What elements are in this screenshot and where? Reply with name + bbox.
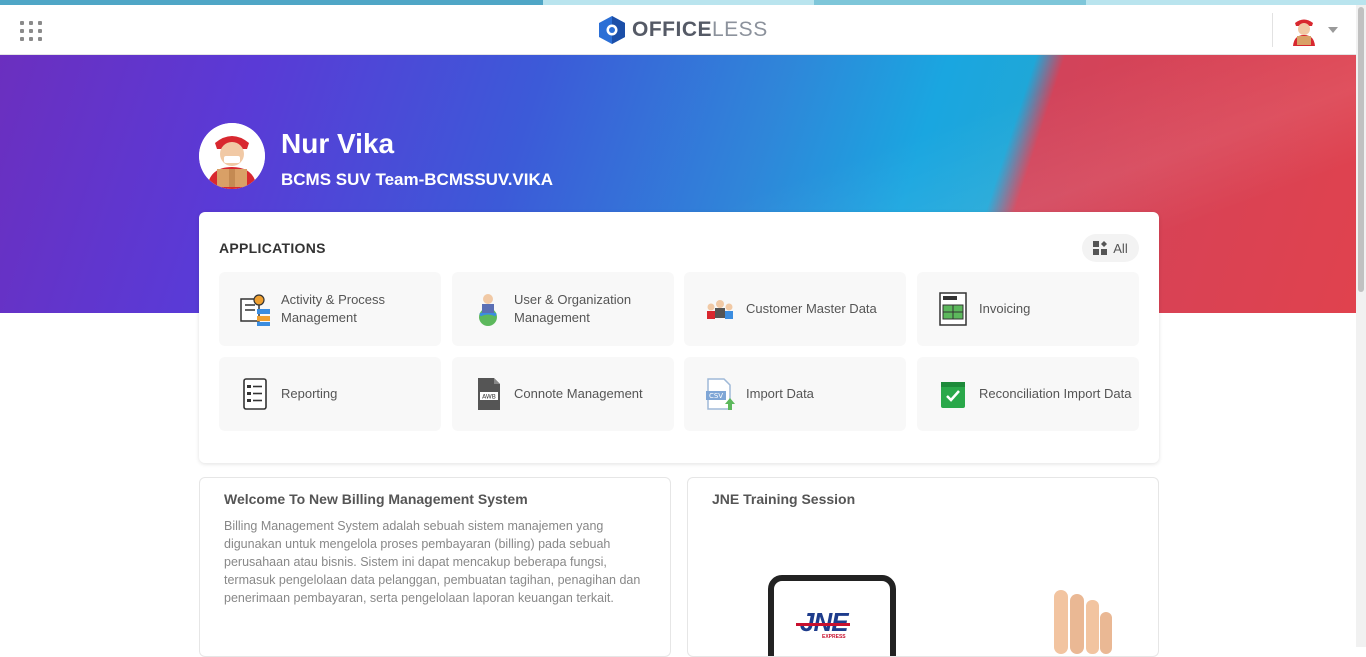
welcome-card: Welcome To New Billing Management System… <box>199 477 671 657</box>
courier-avatar-icon <box>1288 14 1320 46</box>
customers-group-icon <box>707 300 733 319</box>
green-check-folder-icon <box>941 382 965 408</box>
report-checklist-icon <box>243 378 267 410</box>
app-tile-label: Connote Management <box>514 386 643 401</box>
app-tile-activity-process[interactable]: Activity & Process Management <box>219 272 441 346</box>
svg-text:CSV: CSV <box>709 392 723 400</box>
app-tile-label: Activity & Process Management <box>281 292 386 325</box>
training-video-thumbnail[interactable]: JNE EXPRESS <box>768 575 896 656</box>
csv-upload-icon: CSV <box>706 378 735 410</box>
app-tile-label: Invoicing <box>979 301 1031 316</box>
applications-card: APPLICATIONS All Activity & Process Mana… <box>199 212 1159 463</box>
svg-text:AWB: AWB <box>482 394 496 401</box>
page-scrollbar[interactable] <box>1356 5 1366 647</box>
app-tile-label: Import Data <box>746 386 814 401</box>
training-title: JNE Training Session <box>712 491 856 507</box>
app-tile-label: User & Organization Management <box>514 292 632 325</box>
top-header: OFFICELESS <box>0 5 1356 55</box>
app-tile-label: Reconciliation Import Data <box>979 386 1132 401</box>
scrollbar-thumb[interactable] <box>1358 7 1364 292</box>
user-menu-button[interactable] <box>1288 13 1342 47</box>
brand-light: LESS <box>712 18 768 41</box>
app-tile-connote-management[interactable]: AWB Connote Management <box>452 357 674 431</box>
applications-title: APPLICATIONS <box>219 240 326 256</box>
app-tile-reconciliation-import-data[interactable]: Reconciliation Import Data <box>917 357 1139 431</box>
welcome-title: Welcome To New Billing Management System <box>224 491 528 507</box>
brand-bold: OFFICE <box>632 18 712 41</box>
courier-avatar-icon <box>199 123 265 189</box>
hand-icon <box>1054 590 1112 654</box>
app-tile-invoicing[interactable]: Invoicing <box>917 272 1139 346</box>
jne-logo-sub: EXPRESS <box>822 634 846 640</box>
chevron-down-icon <box>1328 27 1338 33</box>
app-tile-reporting[interactable]: Reporting <box>219 357 441 431</box>
grid-icon[interactable] <box>18 19 44 43</box>
user-globe-icon <box>479 294 497 326</box>
process-gear-icon <box>240 294 270 326</box>
officeless-hexagon-icon <box>599 16 625 44</box>
app-tile-customer-master-data[interactable]: Customer Master Data <box>684 272 906 346</box>
apps-grid-icon <box>1093 241 1108 255</box>
header-divider <box>1272 13 1273 47</box>
all-apps-label: All <box>1113 240 1128 256</box>
all-apps-button[interactable]: All <box>1082 234 1139 262</box>
profile-team: BCMS SUV Team-BCMSSUV.VIKA <box>281 170 554 189</box>
jne-logo-bar <box>796 623 850 626</box>
app-tile-user-organization[interactable]: User & Organization Management <box>452 272 674 346</box>
profile-name: Nur Vika <box>281 128 395 159</box>
awb-document-icon: AWB <box>478 378 500 410</box>
app-tile-label: Reporting <box>281 386 338 401</box>
training-card: JNE Training Session JNE EXPRESS <box>687 477 1159 657</box>
officeless-logo[interactable]: OFFICELESS <box>598 14 768 46</box>
app-tile-label: Customer Master Data <box>746 301 877 316</box>
invoice-icon <box>939 292 967 326</box>
brand-name: OFFICELESS <box>632 18 768 42</box>
welcome-body: Billing Management System adalah sebuah … <box>224 519 641 605</box>
profile-avatar <box>199 123 265 189</box>
app-tile-import-data[interactable]: CSV Import Data <box>684 357 906 431</box>
